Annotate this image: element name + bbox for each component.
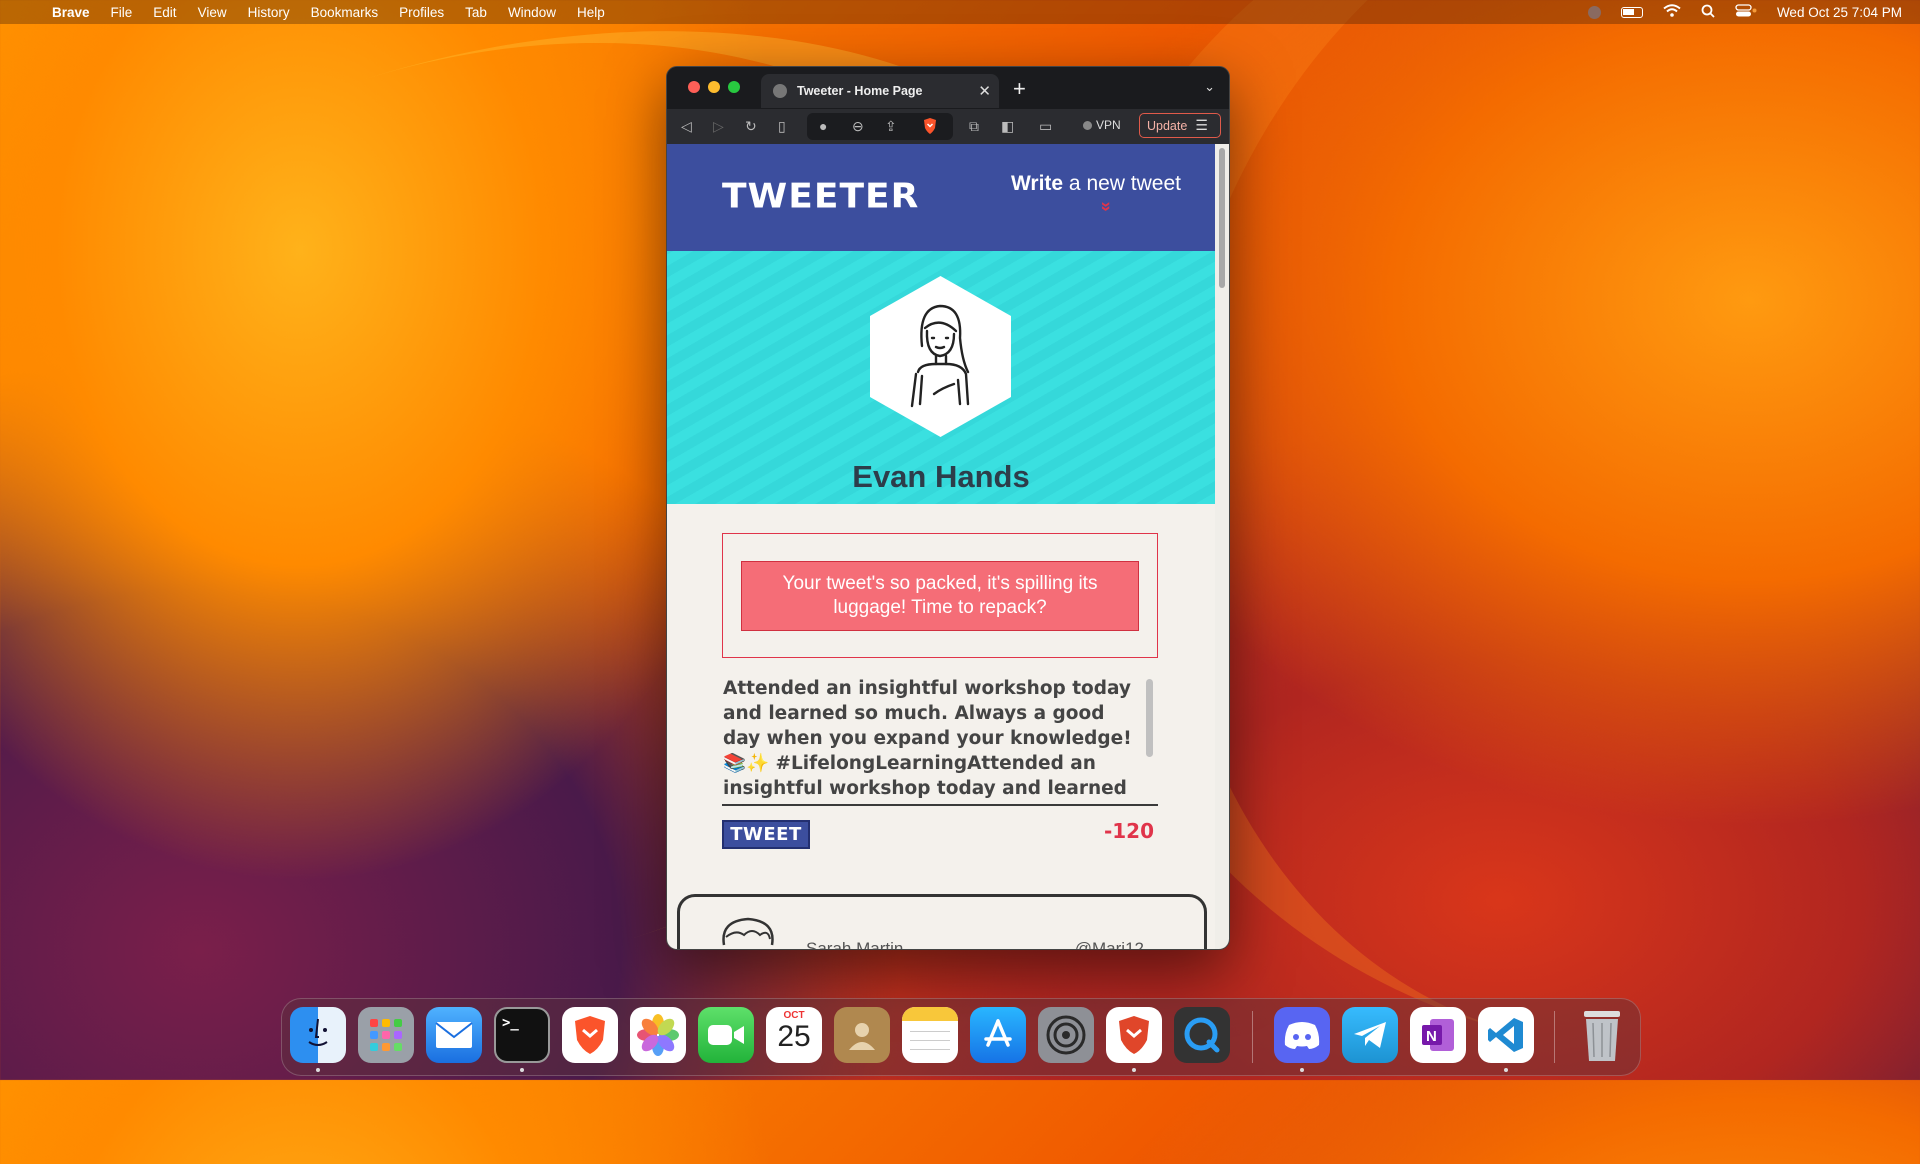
extensions-icon[interactable]: ⧉: [969, 118, 979, 135]
sidebar-icon[interactable]: ◧: [1001, 118, 1014, 135]
launchpad-icon[interactable]: [358, 1007, 414, 1063]
dock-separator: [1252, 1011, 1253, 1063]
menu-window[interactable]: Window: [508, 5, 556, 20]
contacts-icon[interactable]: [834, 1007, 890, 1063]
dock-separator: [1554, 1011, 1555, 1063]
new-tab-plus-icon[interactable]: +: [1013, 76, 1026, 102]
new-tweet-form: Your tweet's so packed, it's spilling it…: [722, 533, 1158, 849]
onenote-icon[interactable]: N: [1410, 1007, 1466, 1063]
minimize-window-button[interactable]: [708, 81, 720, 93]
brave-beta-icon[interactable]: [1106, 1007, 1162, 1063]
menu-profiles[interactable]: Profiles: [399, 5, 444, 20]
page-scrollbar-thumb[interactable]: [1219, 148, 1225, 288]
update-label: Update: [1147, 118, 1188, 133]
textarea-scrollbar[interactable]: [1146, 679, 1153, 757]
menu-clock[interactable]: Wed Oct 25 7:04 PM: [1777, 5, 1902, 20]
photos-icon[interactable]: [630, 1007, 686, 1063]
error-container: Your tweet's so packed, it's spilling it…: [722, 533, 1158, 658]
vpn-button[interactable]: VPN: [1083, 118, 1121, 132]
running-indicator: [1132, 1068, 1136, 1072]
close-tab-icon[interactable]: ✕: [978, 82, 991, 100]
terminal-icon[interactable]: >_: [494, 1007, 550, 1063]
zoom-window-button[interactable]: [728, 81, 740, 93]
double-chevron-down-icon[interactable]: »: [1095, 201, 1116, 211]
close-window-button[interactable]: [688, 81, 700, 93]
brave-browser-icon[interactable]: [562, 1007, 618, 1063]
notes-icon[interactable]: [902, 1007, 958, 1063]
site-info-icon[interactable]: ●: [819, 118, 827, 134]
tab-bar: Tweeter - Home Page ✕ + ⌄: [667, 67, 1229, 109]
menu-tab[interactable]: Tab: [465, 5, 487, 20]
finder-icon[interactable]: [290, 1007, 346, 1063]
app-store-icon[interactable]: [970, 1007, 1026, 1063]
browser-window: Tweeter - Home Page ✕ + ⌄ ◁ ▷ ↻ ▯ ● ⊖ ⇪ …: [666, 66, 1230, 950]
running-indicator: [1504, 1068, 1508, 1072]
zoom-icon[interactable]: ⊖: [852, 118, 864, 135]
running-indicator: [316, 1068, 320, 1072]
trash-icon[interactable]: [1574, 1007, 1630, 1063]
share-icon[interactable]: ⇪: [885, 118, 897, 135]
control-center-icon[interactable]: [1735, 4, 1757, 20]
globe-icon: [773, 84, 787, 98]
calendar-icon[interactable]: OCT 25: [766, 1007, 822, 1063]
vpn-label: VPN: [1096, 118, 1121, 132]
wallet-icon[interactable]: ▭: [1039, 118, 1052, 135]
telegram-icon[interactable]: [1342, 1007, 1398, 1063]
svg-text:N: N: [1426, 1028, 1437, 1045]
site-header: TWEETER Write a new tweet »: [667, 144, 1215, 251]
tweet-author-name: Sarah Martin: [806, 939, 904, 949]
hamburger-menu-icon[interactable]: ☰: [1195, 117, 1208, 134]
tweet-button[interactable]: TWEET: [722, 820, 810, 849]
vpn-status-icon: [1083, 121, 1092, 130]
write-bold: Write: [1010, 172, 1064, 195]
avatar: [722, 917, 774, 946]
write-tweet-link[interactable]: Write a new tweet: [1011, 172, 1181, 196]
tab-list-chevron-down-icon[interactable]: ⌄: [1204, 79, 1215, 95]
tweet-textarea[interactable]: Attended an insightful workshop today an…: [722, 676, 1158, 806]
tweet-card: Sarah Martin @Mari12: [677, 894, 1207, 949]
wifi-icon[interactable]: [1663, 4, 1681, 20]
site-logo[interactable]: TWEETER: [722, 177, 919, 216]
write-rest: a new tweet: [1063, 172, 1181, 195]
vscode-icon[interactable]: [1478, 1007, 1534, 1063]
menu-file[interactable]: File: [111, 5, 133, 20]
update-button[interactable]: Update ☰: [1139, 113, 1221, 138]
record-icon[interactable]: [1587, 5, 1601, 19]
avatar: [870, 276, 1011, 437]
menu-edit[interactable]: Edit: [153, 5, 176, 20]
menu-app-name[interactable]: Brave: [52, 5, 90, 20]
bookmark-icon[interactable]: ▯: [778, 118, 786, 135]
discord-icon[interactable]: [1274, 1007, 1330, 1063]
menu-view[interactable]: View: [198, 5, 227, 20]
menu-help[interactable]: Help: [577, 5, 605, 20]
menu-bookmarks[interactable]: Bookmarks: [311, 5, 379, 20]
reload-icon[interactable]: ↻: [745, 118, 757, 135]
menu-history[interactable]: History: [248, 5, 290, 20]
browser-toolbar: ◁ ▷ ↻ ▯ ● ⊖ ⇪ ⧉ ◧ ▭ VPN Update ☰: [667, 109, 1229, 144]
menu-bar: Brave File Edit View History Bookmarks P…: [0, 0, 1920, 24]
dock: >_ OCT 25 N: [281, 998, 1641, 1076]
profile-name: Evan Hands: [852, 459, 1030, 494]
tab-title: Tweeter - Home Page: [797, 84, 923, 98]
quicktime-icon[interactable]: [1174, 1007, 1230, 1063]
error-message: Your tweet's so packed, it's spilling it…: [741, 561, 1139, 631]
tab-tweeter-home[interactable]: Tweeter - Home Page ✕: [761, 74, 999, 108]
page-viewport: TWEETER Write a new tweet » Evan Hands Y…: [667, 144, 1215, 949]
page-scrollbar[interactable]: [1215, 144, 1229, 949]
facetime-icon[interactable]: [698, 1007, 754, 1063]
tweet-author-handle: @Mari12: [1074, 939, 1144, 949]
mail-icon[interactable]: [426, 1007, 482, 1063]
battery-icon[interactable]: [1620, 6, 1643, 18]
char-counter: -120: [1103, 819, 1154, 843]
profile-hero: Evan Hands: [667, 251, 1215, 504]
spotlight-search-icon[interactable]: [1701, 4, 1715, 21]
running-indicator: [520, 1068, 524, 1072]
back-icon[interactable]: ◁: [681, 118, 692, 135]
brave-shields-icon[interactable]: [922, 117, 938, 140]
running-indicator: [1300, 1068, 1304, 1072]
forward-icon[interactable]: ▷: [713, 118, 724, 135]
system-settings-icon[interactable]: [1038, 1007, 1094, 1063]
calendar-day: 25: [777, 1020, 811, 1053]
